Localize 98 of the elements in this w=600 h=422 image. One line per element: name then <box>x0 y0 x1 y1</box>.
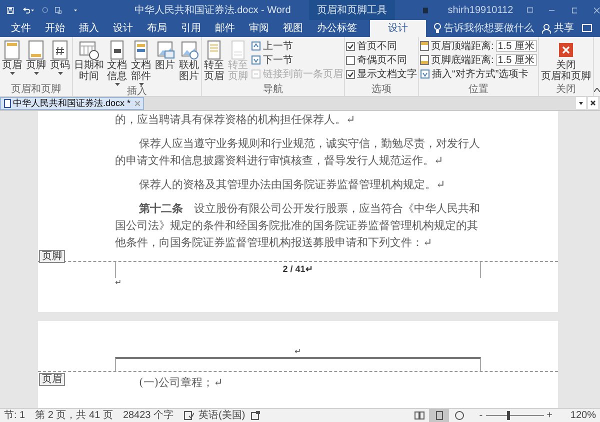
caret-icon[interactable] <box>31 8 34 12</box>
language-indicator[interactable]: 英语(美国) <box>198 408 246 422</box>
zoom-in-button[interactable]: + <box>546 408 552 422</box>
ribbon-button[interactable]: 页码 <box>49 40 71 84</box>
ribbon-button[interactable]: 页脚 <box>25 40 47 84</box>
proofing-icon[interactable] <box>184 411 194 420</box>
menu-tab[interactable]: 办公标签 <box>310 20 364 37</box>
document-tab[interactable]: 中华人民共和国证券法.docx * <box>0 97 144 110</box>
margin-icon <box>420 41 429 51</box>
print-layout-icon <box>434 410 445 421</box>
lightbulb-icon <box>434 23 441 33</box>
footer-tag: 页脚 <box>39 250 65 263</box>
slider-thumb[interactable] <box>506 411 510 420</box>
ribbon-button[interactable]: 转至页眉 <box>203 40 225 84</box>
comment-icon[interactable] <box>582 24 592 33</box>
touch-mode-icon[interactable] <box>55 4 62 16</box>
spin-field[interactable]: 1.5 厘米 <box>496 54 537 66</box>
header-tag: 页眉 <box>39 373 65 386</box>
page-indicator[interactable]: 第 2 页，共 41 页 <box>35 408 113 422</box>
small-page-icon <box>251 55 261 65</box>
field-label: 页脚底端距离: <box>431 54 494 66</box>
share-button[interactable]: 共享 <box>542 20 574 37</box>
menu-tab[interactable]: 审阅 <box>242 20 276 37</box>
menu-tab[interactable]: 设计 <box>106 20 140 37</box>
small-page-icon <box>420 69 430 79</box>
close-icon[interactable] <box>588 97 598 109</box>
page-number: 2 / 41↵ <box>282 263 314 276</box>
zoom-out-button[interactable]: - <box>479 408 483 422</box>
paragraph-mark: ↵ <box>115 278 122 288</box>
ribbon-button[interactable]: 文档信息 <box>106 40 128 86</box>
maximize-icon[interactable] <box>572 6 578 14</box>
small-page-icon <box>251 41 261 51</box>
ribbon-button[interactable]: 插入“对齐方式”选项卡 <box>420 68 529 80</box>
small-page-icon <box>251 69 261 79</box>
paragraph: 保荐人应当遵守业务规则和行业规范，诚实守信，勤勉尽责，对发行人的申请文件和信息披露资料进行审慎核查，督导发行人规范运作。↵ <box>115 136 481 169</box>
paragraph: 的，应当聘请具有保荐资格的机构担任保荐人。↵ <box>115 112 356 128</box>
checkbox-label: 首页不同 <box>357 40 397 52</box>
menu-tab[interactable]: 邮件 <box>208 20 242 37</box>
menu-tab[interactable]: 视图 <box>276 20 310 37</box>
document-page-icon <box>26 40 46 60</box>
view-button[interactable] <box>429 409 450 422</box>
ribbon-button[interactable]: 图片 <box>154 40 176 86</box>
zoom-slider[interactable] <box>486 411 544 420</box>
menu-tab[interactable]: 开始 <box>38 20 72 37</box>
margin-icon <box>420 55 429 65</box>
group-label: 页眉和页脚 <box>10 84 62 96</box>
menu-tab[interactable]: 引用 <box>174 20 208 37</box>
close-icon <box>558 43 573 57</box>
redo-icon <box>42 5 48 15</box>
ribbon-button[interactable]: 上一节 <box>251 40 293 52</box>
ribbon-options-icon[interactable] <box>527 6 534 14</box>
checkbox[interactable] <box>346 42 355 50</box>
tell-me-field[interactable]: 告诉我你想要做什么 <box>444 20 534 37</box>
group-label: 位置 <box>467 84 490 96</box>
person-icon <box>542 24 551 34</box>
zoom-level[interactable]: 120% <box>570 408 596 422</box>
checkbox-label: 显示文档文字 <box>357 68 417 80</box>
menu-tab[interactable]: 文件 <box>4 20 38 37</box>
paragraph: 第十二条 设立股份有限公司公开发行股票，应当符合《中华人民共和国公司法》规定的条件和经国务院批准的国务院证券监督管理机构规定的其他条件，向国务院证券监督管理机构报送募股申请和下列文件：↵ <box>115 201 481 251</box>
save-icon[interactable] <box>7 4 14 16</box>
word-document-icon <box>4 99 11 108</box>
ribbon-button[interactable]: 文档部件 <box>130 40 152 86</box>
context-tools-label: 页眉和页脚工具 <box>308 0 395 20</box>
customize-caret-icon[interactable] <box>74 8 78 12</box>
paragraph: (一)公司章程；↵ <box>138 375 224 391</box>
ribbon-button[interactable]: 日期和时间 <box>74 40 104 86</box>
menu-tab[interactable]: 布局 <box>140 20 174 37</box>
close-header-footer-button[interactable]: 关闭 页眉和页脚 <box>540 40 592 84</box>
group-label: 导航 <box>262 84 284 96</box>
window-title: 中华人民共和国证券法.docx - Word <box>134 4 291 18</box>
macro-icon[interactable] <box>251 411 260 420</box>
spin-field[interactable]: 1.5 厘米 <box>496 40 537 52</box>
group-label: 插入 <box>126 86 148 97</box>
user-name[interactable]: shirh19910112 <box>448 2 514 18</box>
menu-tab[interactable]: 插入 <box>72 20 106 37</box>
page-number-icon <box>50 40 70 60</box>
checkbox[interactable] <box>346 70 355 78</box>
paragraph: 保荐人的资格及其管理办法由国务院证券监督管理机构规定。↵ <box>138 177 446 193</box>
checkbox[interactable] <box>346 56 355 64</box>
menu-tab[interactable]: 设计 <box>370 20 426 37</box>
ribbon-button[interactable]: 下一节 <box>251 54 293 66</box>
calendar-clock-icon <box>79 40 99 60</box>
picture-globe-icon <box>179 40 199 60</box>
ribbon-button[interactable]: 联机图片 <box>178 40 200 86</box>
section-indicator[interactable]: 节: 1 <box>4 408 26 422</box>
ribbon-button[interactable]: 页眉 <box>1 40 23 84</box>
dropdown-icon[interactable] <box>576 97 586 109</box>
web-layout-icon <box>454 410 465 421</box>
word-count[interactable]: 28423 个字 <box>122 408 174 422</box>
checkbox-label: 奇偶页不同 <box>357 54 407 66</box>
read-mode-icon <box>414 410 425 421</box>
field-label: 页眉顶端距离: <box>431 40 494 52</box>
group-label: 关闭 <box>554 84 577 96</box>
paragraph-mark: ↵ <box>294 347 302 357</box>
group-label: 选项 <box>370 84 392 96</box>
undo-icon[interactable] <box>22 5 30 15</box>
picture-icon <box>155 40 175 60</box>
collapse-ribbon-icon[interactable] <box>594 88 600 92</box>
